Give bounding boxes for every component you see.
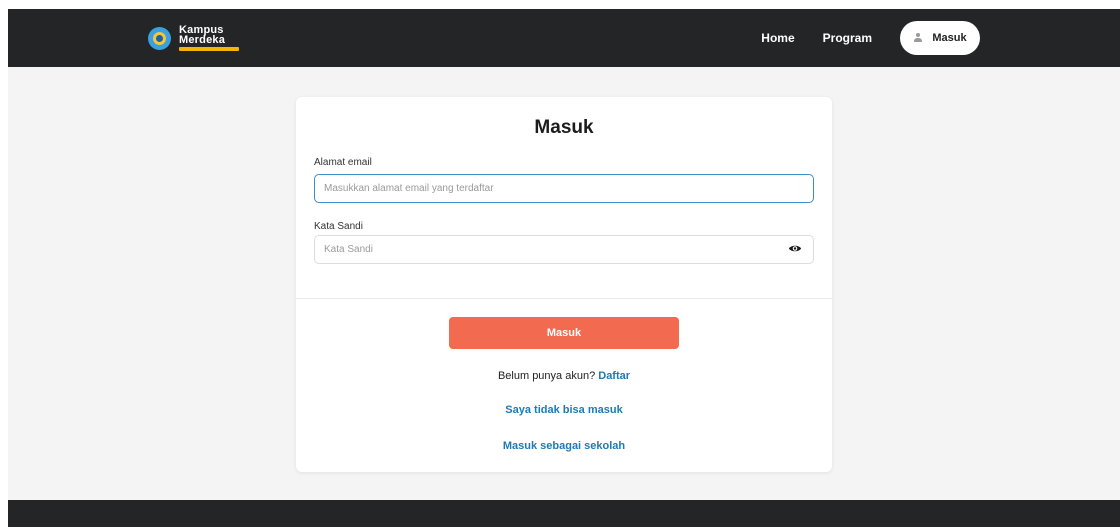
tut-wuri-handayani-emblem-icon xyxy=(148,26,171,50)
password-label: Kata Sandi xyxy=(314,221,363,232)
logo-strip xyxy=(179,47,239,51)
top-navbar: Kampus Merdeka Home Program Masuk xyxy=(8,9,1120,67)
signup-link[interactable]: Daftar xyxy=(598,370,630,382)
login-card: Masuk Alamat email Kata Sandi Masuk Belu… xyxy=(296,97,832,472)
page: Kampus Merdeka Home Program Masuk Masuk … xyxy=(8,9,1120,527)
signup-row: Belum punya akun? Daftar xyxy=(296,370,832,382)
login-title: Masuk xyxy=(534,117,594,138)
school-login-link[interactable]: Masuk sebagai sekolah xyxy=(503,440,625,452)
nav-login-button[interactable]: Masuk xyxy=(900,21,980,55)
user-icon xyxy=(913,33,923,43)
eye-icon[interactable] xyxy=(788,244,802,253)
logo-line-2: Merdeka xyxy=(179,34,226,46)
email-input[interactable] xyxy=(314,174,814,203)
footer xyxy=(8,500,1120,527)
password-input[interactable] xyxy=(314,235,814,264)
nav-link-home[interactable]: Home xyxy=(761,31,794,45)
school-login-row: Masuk sebagai sekolah xyxy=(296,440,832,452)
email-label: Alamat email xyxy=(314,157,372,168)
cant-login-link[interactable]: Saya tidak bisa masuk xyxy=(505,404,622,416)
nav-links: Home Program Masuk xyxy=(761,21,980,55)
kampus-merdeka-logo[interactable]: Kampus Merdeka xyxy=(148,21,239,55)
card-divider xyxy=(296,298,832,299)
nav-link-program[interactable]: Program xyxy=(823,31,872,45)
cant-login-row: Saya tidak bisa masuk xyxy=(296,404,832,416)
logo-wordmark: Kampus Merdeka xyxy=(179,25,239,51)
signup-prompt: Belum punya akun? xyxy=(497,370,596,382)
nav-login-label: Masuk xyxy=(932,32,967,44)
login-submit-button[interactable]: Masuk xyxy=(449,317,679,349)
